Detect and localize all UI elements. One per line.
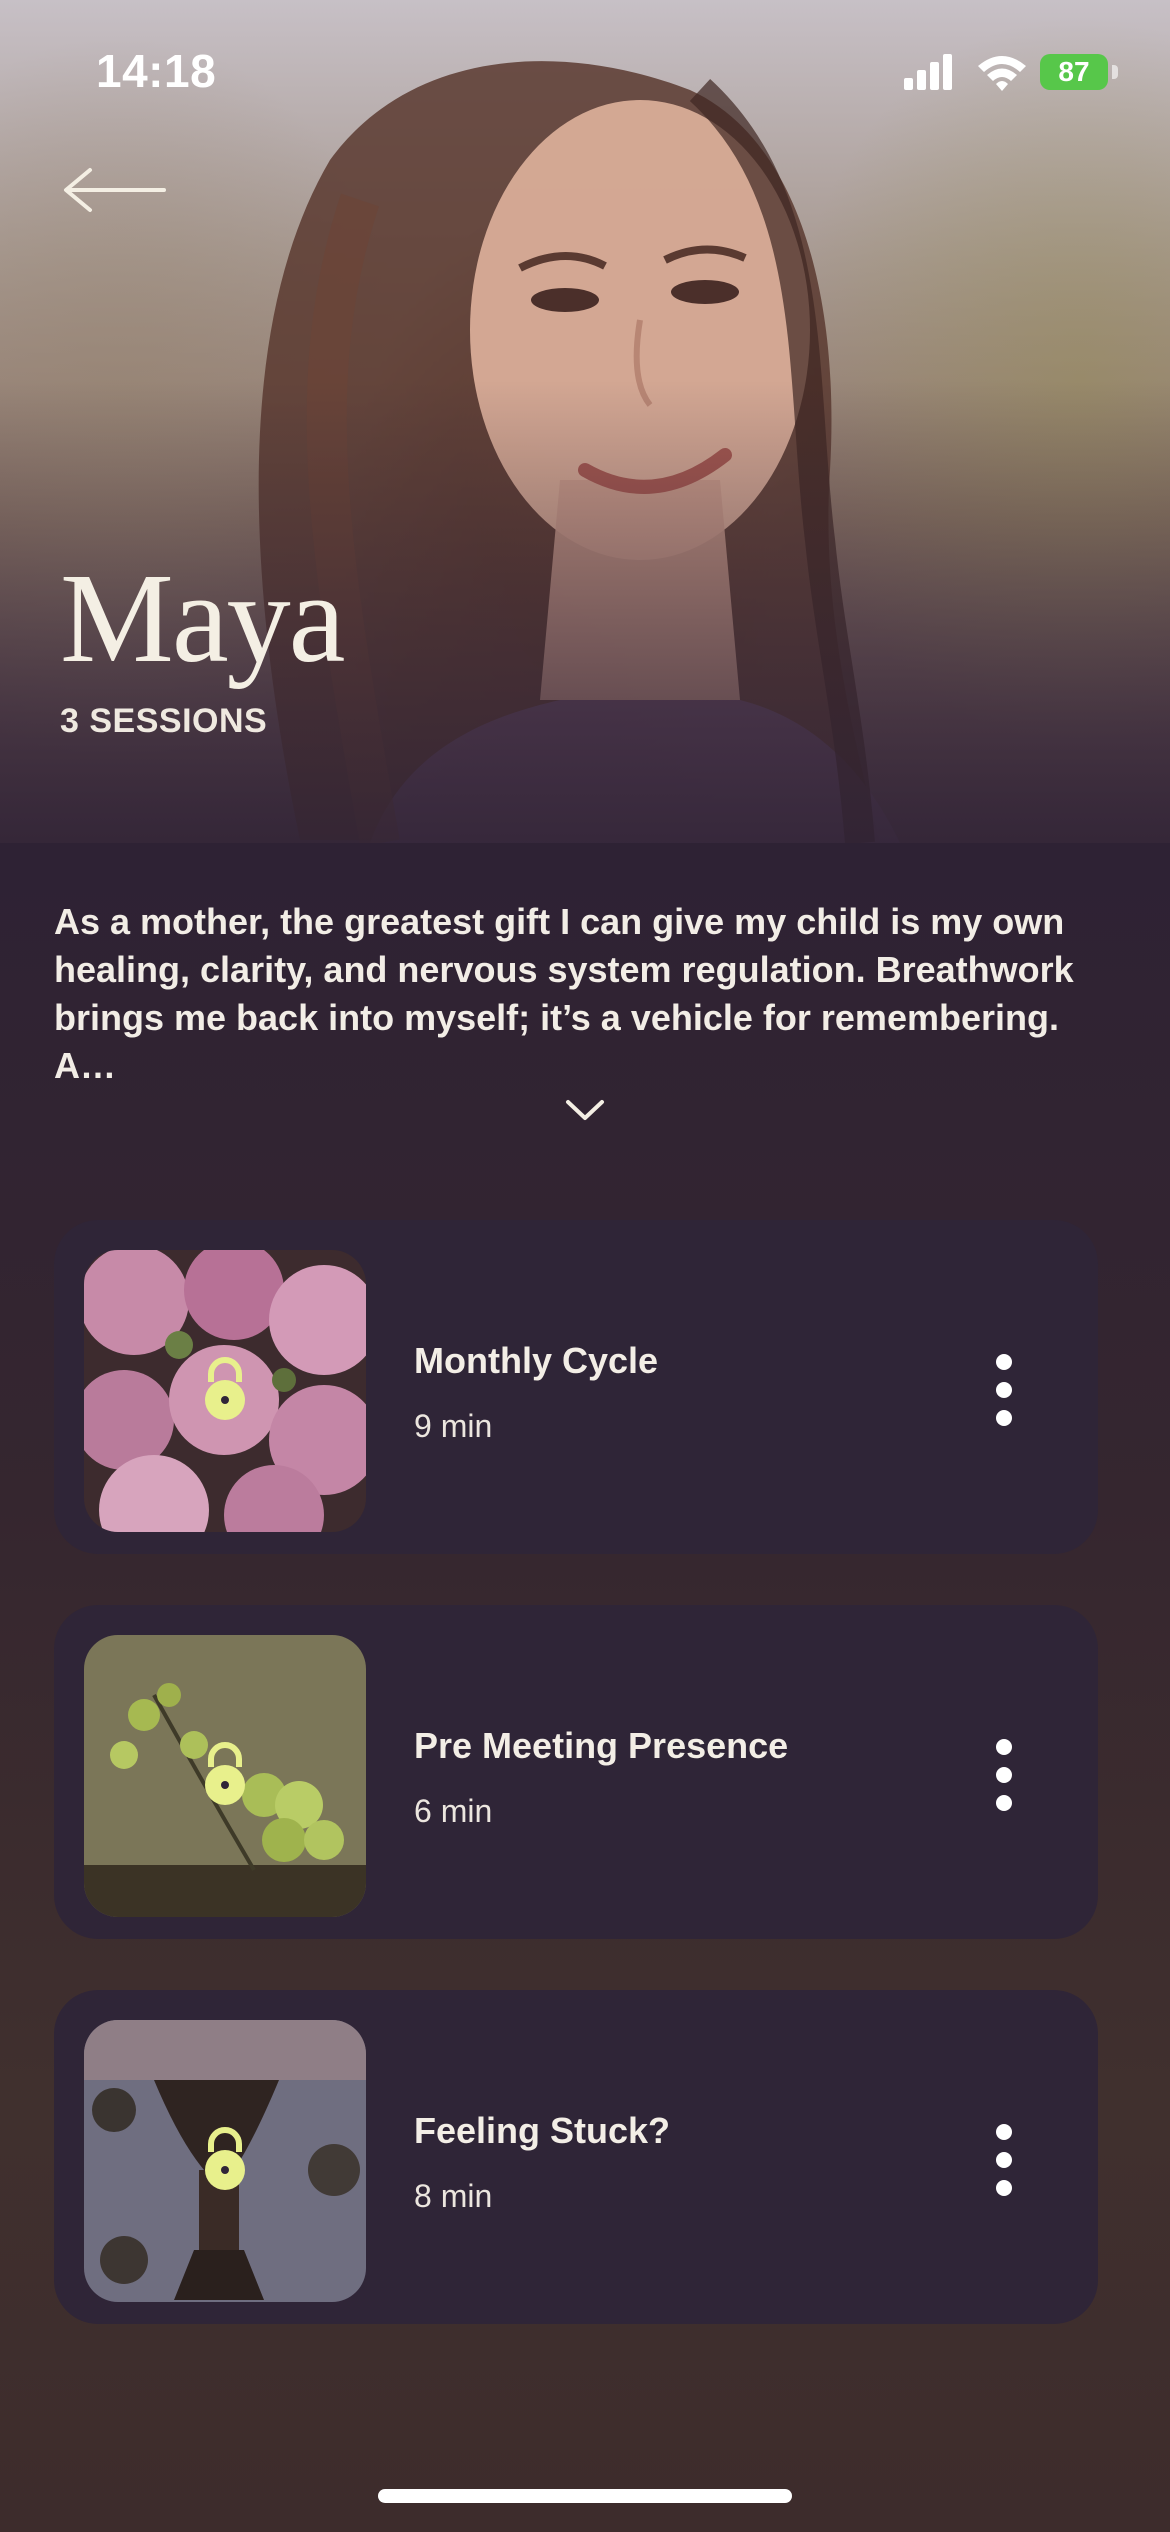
- session-title: Monthly Cycle: [414, 1340, 659, 1381]
- session-duration: 8 min: [414, 2178, 493, 2214]
- more-options-button[interactable]: [984, 1350, 1024, 1430]
- status-bar: 14:18 87: [0, 0, 1170, 150]
- chevron-down-icon: [566, 1100, 604, 1120]
- session-thumbnail: [84, 2020, 366, 2302]
- session-title: Feeling Stuck?: [414, 2110, 671, 2151]
- more-options-button[interactable]: [984, 1735, 1024, 1815]
- more-options-button[interactable]: [984, 2120, 1024, 2200]
- expand-bio-button[interactable]: [560, 1090, 610, 1130]
- battery-charging-icon: 87: [1040, 54, 1108, 90]
- status-icons: 87: [900, 50, 1120, 94]
- session-thumbnail: [84, 1635, 366, 1917]
- sessions-count: 3 SESSIONS: [60, 702, 268, 740]
- session-card[interactable]: Monthly Cycle 9 min: [54, 1220, 1098, 1554]
- profile-name: Maya: [60, 547, 345, 689]
- home-indicator[interactable]: [378, 2489, 792, 2503]
- status-time: 14:18: [96, 45, 217, 97]
- session-duration: 6 min: [414, 1793, 493, 1829]
- session-thumbnail: [84, 1250, 366, 1532]
- arrow-left-icon: [64, 168, 166, 212]
- profile-bio: As a mother, the greatest gift I can giv…: [54, 901, 1074, 1086]
- lock-icon: [205, 2127, 245, 2190]
- back-button[interactable]: [60, 160, 170, 220]
- cellular-signal-icon: [904, 54, 952, 90]
- battery-level: 87: [1058, 56, 1090, 87]
- session-duration: 9 min: [414, 1408, 493, 1444]
- lock-icon: [205, 1742, 245, 1805]
- session-card[interactable]: Feeling Stuck? 8 min: [54, 1990, 1098, 2324]
- session-title: Pre Meeting Presence: [414, 1725, 789, 1766]
- lock-icon: [205, 1357, 245, 1420]
- wifi-icon: [978, 56, 1026, 91]
- session-card[interactable]: Pre Meeting Presence 6 min: [54, 1605, 1098, 1939]
- battery-cap: [1112, 65, 1118, 79]
